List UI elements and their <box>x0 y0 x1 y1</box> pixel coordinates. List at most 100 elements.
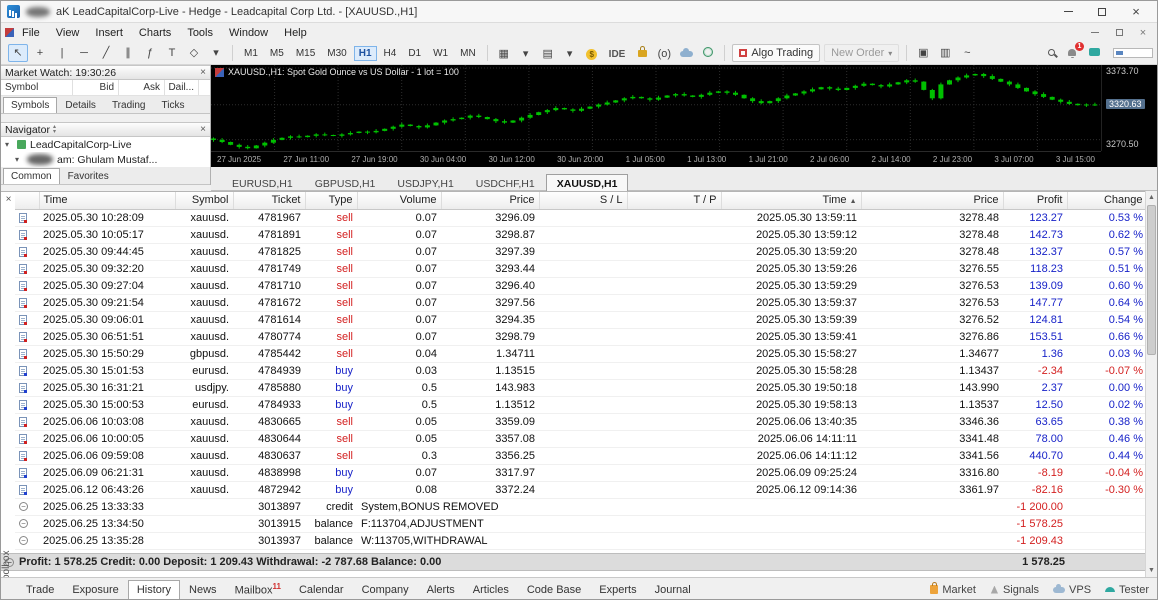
new-order-button[interactable]: New Order ▾ <box>824 44 900 62</box>
market-watch-tab-ticks[interactable]: Ticks <box>153 97 192 113</box>
navigator-item-account[interactable]: ▾ am: Ghulam Mustaf... <box>1 152 210 167</box>
chart-canvas[interactable]: XAUUSD.,H1: Spot Gold Ounce vs US Dollar… <box>211 65 1101 151</box>
history-row[interactable]: 2025.06.06 10:03:08 xauusd. 4830665 sell 0.0… <box>15 413 1147 431</box>
collapse-icon[interactable]: ▾ <box>5 140 13 149</box>
bottom-tab-journal[interactable]: Journal <box>646 580 700 600</box>
chat-icon[interactable] <box>1084 43 1104 61</box>
bottom-tab-news[interactable]: News <box>180 580 226 600</box>
history-row[interactable]: 2025.06.06 09:59:08 xauusd. 4830637 sell 0.3… <box>15 447 1147 465</box>
menu-item-view[interactable]: View <box>48 25 88 41</box>
navigator-close-icon[interactable]: × <box>200 124 206 135</box>
history-row[interactable]: 2025.05.30 09:21:54 xauusd. 4781672 sell 0.0… <box>15 294 1147 312</box>
lock-icon[interactable] <box>632 43 652 61</box>
new-chart-dropdown-icon[interactable]: ▾ <box>516 44 536 62</box>
algo-trading-button[interactable]: Algo Trading <box>732 44 821 62</box>
market-watch-column-symbol[interactable]: Symbol <box>1 80 73 95</box>
column-header-ticket-2[interactable]: Ticket <box>233 192 306 210</box>
bottom-tab-alerts[interactable]: Alerts <box>418 580 464 600</box>
chart-profile-dropdown-icon[interactable]: ▾ <box>560 44 580 62</box>
column-header-symbol-1[interactable]: Symbol <box>175 192 234 210</box>
market-watch-column-ask[interactable]: Ask <box>119 80 165 95</box>
child-close-button[interactable]: × <box>1131 24 1155 41</box>
text-icon[interactable]: T <box>162 44 182 62</box>
chart-price-scale[interactable]: 3373.70 3320.63 3270.50 <box>1101 65 1157 151</box>
notifications-icon[interactable]: 1 <box>1062 41 1084 61</box>
toolbox-close-icon[interactable]: × <box>3 194 14 205</box>
timeframe-w1[interactable]: W1 <box>428 46 453 61</box>
history-row[interactable]: 2025.05.30 15:01:53 eurusd. 4784939 buy 0.03… <box>15 362 1147 380</box>
history-row[interactable]: 2025.06.09 06:21:31 xauusd. 4838998 buy 0.07… <box>15 464 1147 482</box>
column-header-type-3[interactable]: Type <box>305 192 358 210</box>
collapse-icon[interactable]: ▾ <box>15 155 23 164</box>
one-click-slider[interactable] <box>1113 48 1153 58</box>
menu-item-tools[interactable]: Tools <box>179 25 221 41</box>
bottom-tab-company[interactable]: Company <box>353 580 418 600</box>
menu-item-insert[interactable]: Insert <box>87 25 131 41</box>
timeframe-m1[interactable]: M1 <box>239 46 263 61</box>
fibonacci-icon[interactable]: ƒ <box>140 44 160 62</box>
channel-icon[interactable]: ∥ <box>118 44 138 62</box>
history-row[interactable]: 2025.05.30 15:50:29 gbpusd. 4785442 sell 0.0… <box>15 345 1147 363</box>
bottom-tab-mailbox[interactable]: Mailbox11 <box>226 578 290 599</box>
objects-dropdown-icon[interactable]: ▾ <box>206 44 226 62</box>
bottom-tab-calendar[interactable]: Calendar <box>290 580 353 600</box>
navigator-tab-common[interactable]: Common <box>3 168 60 184</box>
broadcast-icon[interactable]: (o) <box>654 45 674 63</box>
pointer-icon[interactable]: ↖ <box>8 43 28 62</box>
market-watch-column-dail[interactable]: Dail... <box>165 80 199 95</box>
vertical-scrollbar[interactable]: ▲ ▼ <box>1145 191 1157 577</box>
market-watch-tab-details[interactable]: Details <box>57 97 104 113</box>
timeframe-h4[interactable]: H4 <box>379 46 402 61</box>
horizontal-line-icon[interactable]: ─ <box>74 44 94 62</box>
tile-windows-icon[interactable]: ▣ <box>913 44 933 62</box>
column-header-change-11[interactable]: Change <box>1067 192 1148 210</box>
trendline-icon[interactable]: ╱ <box>96 44 116 62</box>
timeframe-h1[interactable]: H1 <box>353 45 377 61</box>
menu-item-window[interactable]: Window <box>221 25 276 41</box>
history-row[interactable]: − 2025.06.25 13:35:28 3013937 balance W:1137… <box>15 532 1147 550</box>
navigator-tab-favorites[interactable]: Favorites <box>60 168 117 184</box>
market-watch-column-bid[interactable]: Bid <box>73 80 119 95</box>
bottom-tab-experts[interactable]: Experts <box>590 580 645 600</box>
menu-item-help[interactable]: Help <box>276 25 315 41</box>
search-icon[interactable] <box>1040 45 1060 63</box>
payments-icon[interactable]: $ <box>582 45 602 63</box>
history-row[interactable]: 2025.05.30 09:32:20 xauusd. 4781749 sell 0.0… <box>15 260 1147 278</box>
history-row[interactable]: 2025.05.30 09:27:04 xauusd. 4781710 sell 0.0… <box>15 277 1147 295</box>
column-header-sl-6[interactable]: S / L <box>539 192 628 210</box>
bottom-tab-trade[interactable]: Trade <box>17 580 63 600</box>
status-vps[interactable]: VPS <box>1053 583 1091 596</box>
history-row[interactable]: 2025.05.30 09:44:45 xauusd. 4781825 sell 0.0… <box>15 243 1147 261</box>
column-header-volume-4[interactable]: Volume <box>357 192 442 210</box>
timeframe-m15[interactable]: M15 <box>291 46 320 61</box>
minimize-button[interactable] <box>1051 1 1085 22</box>
navigator-scroll-icons[interactable]: ▴ ▾ <box>53 124 56 135</box>
shapes-icon[interactable]: ◇ <box>184 44 204 62</box>
ide-button[interactable]: IDE <box>604 45 631 63</box>
timeframe-m30[interactable]: M30 <box>322 46 351 61</box>
market-watch-tab-symbols[interactable]: Symbols <box>3 97 58 113</box>
navigator-item-account-server[interactable]: ▾ LeadCapitalCorp-Live <box>1 137 210 152</box>
column-header-tp-7[interactable]: T / P <box>627 192 722 210</box>
bottom-tab-history[interactable]: History <box>127 579 181 599</box>
status-market[interactable]: Market <box>930 582 976 596</box>
chart-time-scale[interactable]: 27 Jun 2025 27 Jun 11:00 27 Jun 19:00 30 Ju… <box>211 151 1101 167</box>
history-row[interactable]: 2025.05.30 09:06:01 xauusd. 4781614 sell 0.0… <box>15 311 1147 329</box>
history-row[interactable]: − 2025.06.25 13:33:33 3013897 credit System,… <box>15 498 1147 516</box>
scroll-down-icon[interactable]: ▼ <box>1146 564 1157 577</box>
timeframe-m5[interactable]: M5 <box>265 46 289 61</box>
market-watch-tab-trading[interactable]: Trading <box>104 97 154 113</box>
column-header-price-9[interactable]: Price <box>861 192 1004 210</box>
status-tester[interactable]: Tester <box>1105 584 1149 596</box>
market-watch-close-icon[interactable]: × <box>200 67 206 78</box>
menu-item-charts[interactable]: Charts <box>131 25 179 41</box>
status-signals[interactable]: Signals <box>990 584 1039 596</box>
child-minimize-button[interactable] <box>1083 24 1107 41</box>
column-header-time-8[interactable]: Time ▲ <box>721 192 862 210</box>
zigzag-icon[interactable]: ~ <box>957 44 977 62</box>
history-row[interactable]: 2025.06.12 06:43:26 xauusd. 4872942 buy 0.08… <box>15 481 1147 499</box>
menu-item-file[interactable]: File <box>14 25 48 41</box>
history-row[interactable]: 2025.05.30 10:28:09 xauusd. 4781967 sell 0.0… <box>15 209 1147 227</box>
column-header-profit-10[interactable]: Profit <box>1003 192 1068 210</box>
cloud-download-icon[interactable] <box>676 43 696 61</box>
